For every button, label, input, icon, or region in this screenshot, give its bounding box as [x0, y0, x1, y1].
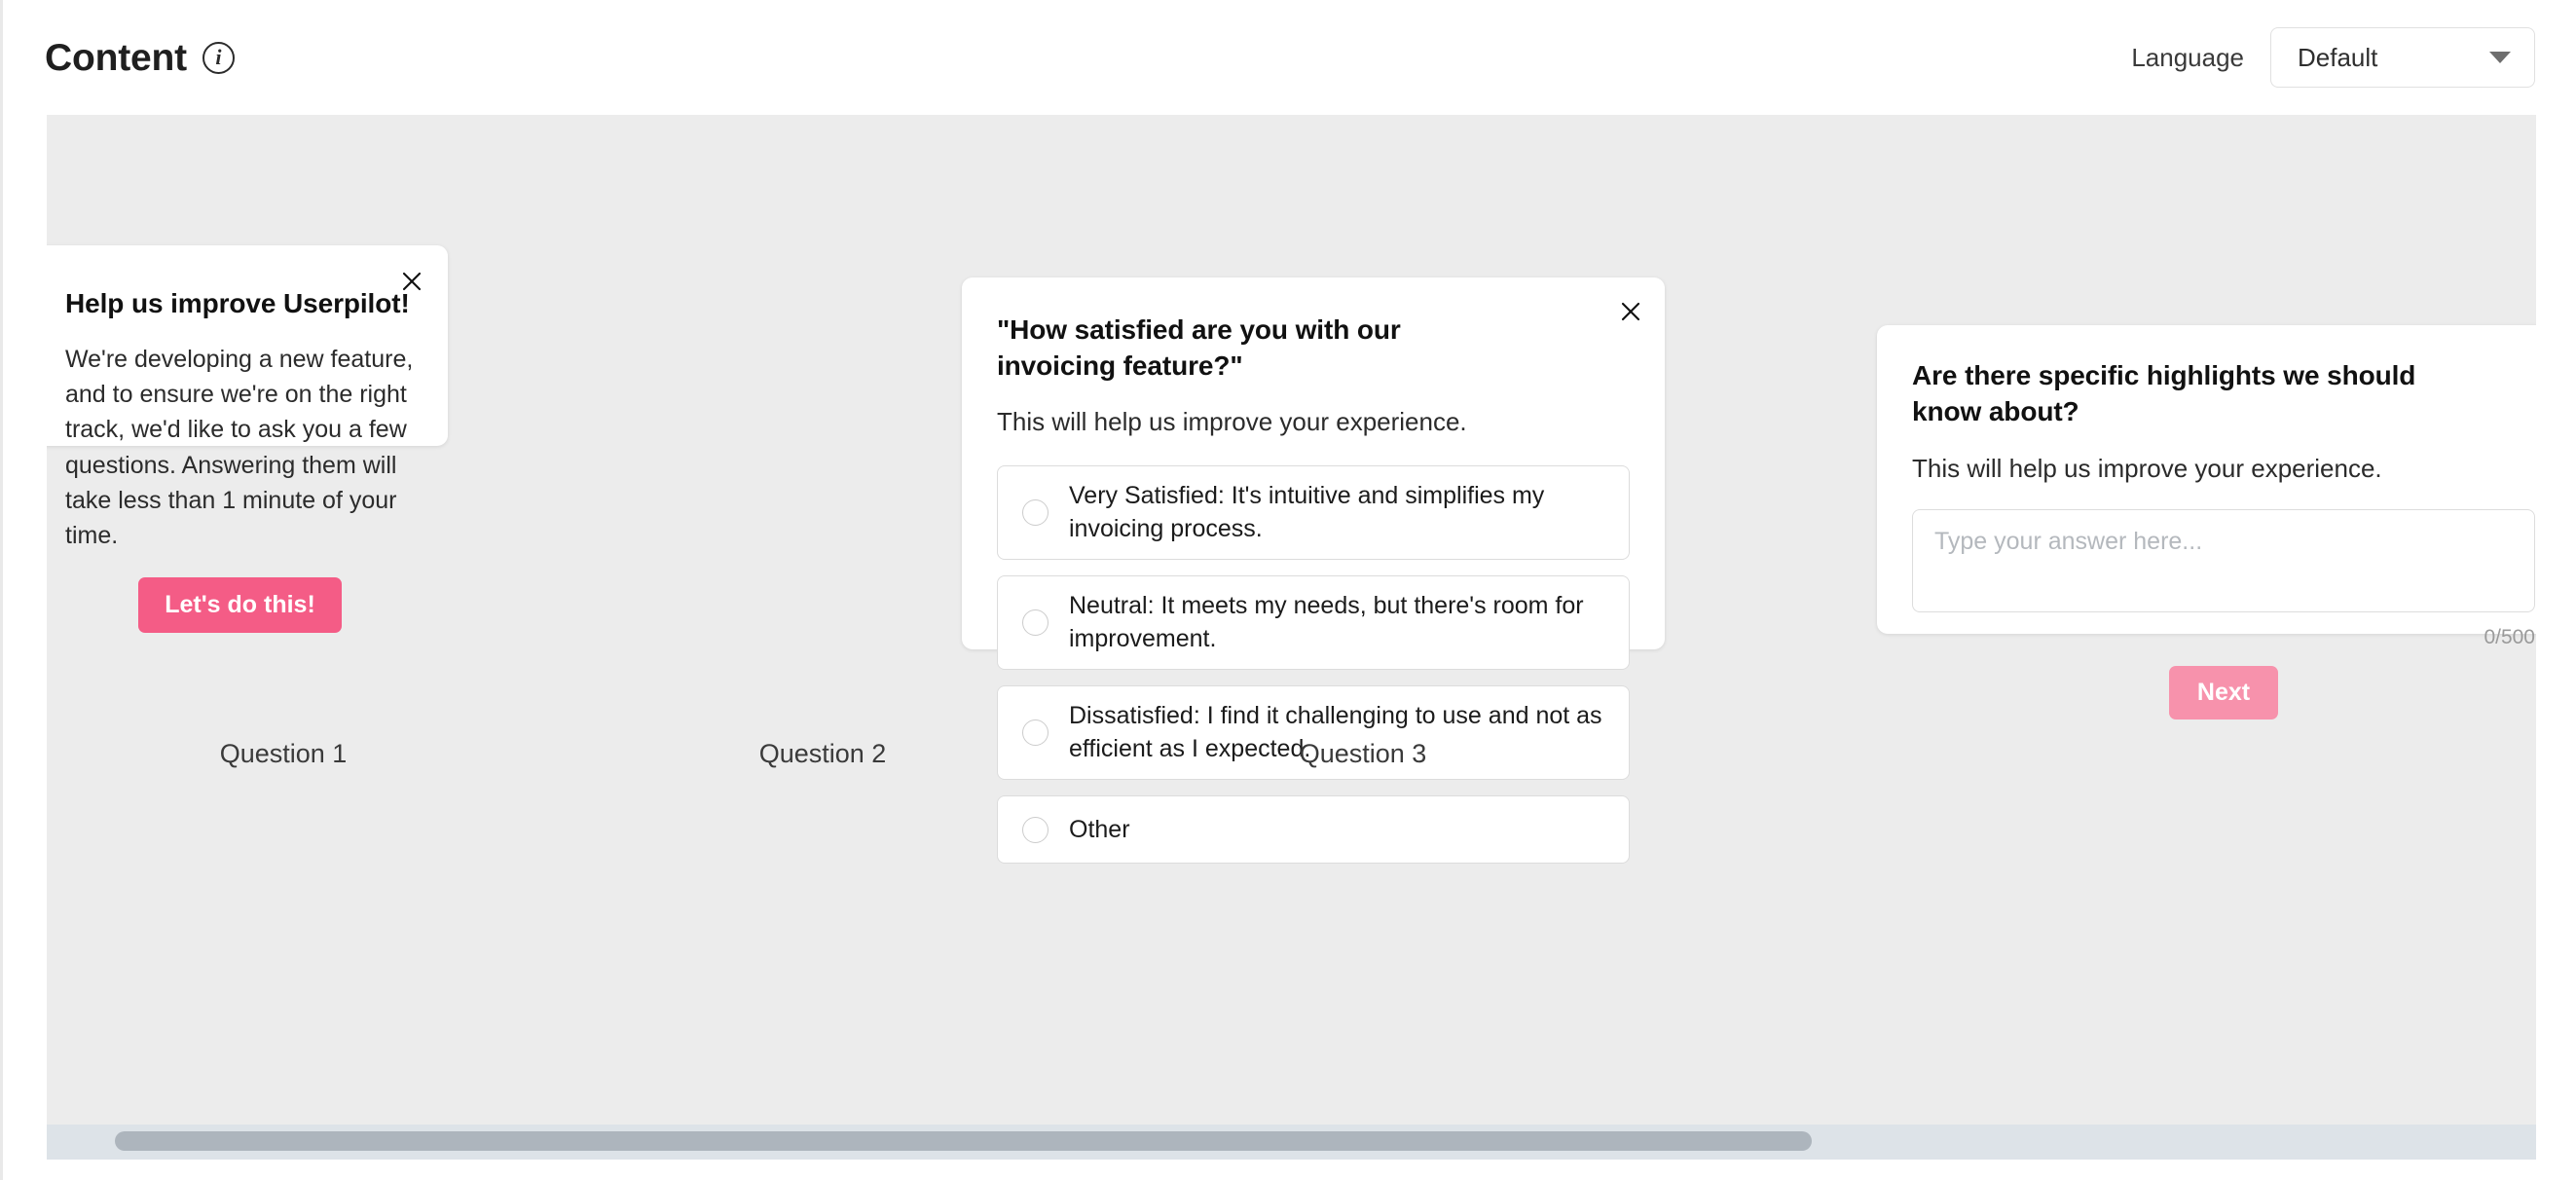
radio-option-label: Very Satisfied: It's intuitive and simpl…	[1069, 480, 1607, 545]
close-icon[interactable]	[1614, 295, 1647, 328]
horizontal-scrollbar[interactable]	[47, 1125, 2536, 1160]
answer-textarea[interactable]	[1912, 509, 2535, 612]
radio-button-icon[interactable]	[1022, 609, 1049, 636]
card-title: Are there specific highlights we should …	[1912, 358, 2457, 430]
card-title: Help us improve Userpilot!	[65, 286, 415, 322]
radio-button-icon[interactable]	[1022, 817, 1049, 843]
radio-option-label: Neutral: It meets my needs, but there's …	[1069, 590, 1607, 655]
survey-card-question-3: Are there specific highlights we should …	[1877, 325, 2536, 634]
card-subtitle: This will help us improve your experienc…	[1912, 452, 2536, 486]
radio-button-icon[interactable]	[1022, 499, 1049, 526]
page-header: Content i Language Default	[3, 0, 2576, 115]
horizontal-scrollbar-thumb[interactable]	[115, 1131, 1812, 1151]
language-select[interactable]: Default	[2270, 27, 2535, 88]
radio-option[interactable]: Neutral: It meets my needs, but there's …	[997, 575, 1630, 670]
radio-option[interactable]: Other	[997, 795, 1630, 864]
header-right-group: Language Default	[2131, 27, 2535, 88]
survey-card-welcome: Help us improve Userpilot! We're develop…	[47, 245, 448, 446]
card-subtitle: This will help us improve your experienc…	[997, 405, 1630, 439]
content-editor-page: Content i Language Default Help us impro…	[0, 0, 2576, 1180]
language-label: Language	[2131, 43, 2244, 73]
card-body-text: We're developing a new feature, and to e…	[65, 342, 415, 554]
radio-option[interactable]: Very Satisfied: It's intuitive and simpl…	[997, 465, 1630, 560]
chevron-down-icon	[2489, 52, 2511, 63]
question-label-3: Question 3	[1300, 739, 1427, 769]
radio-button-icon[interactable]	[1022, 719, 1049, 746]
radio-option-list: Very Satisfied: It's intuitive and simpl…	[997, 465, 1630, 864]
character-counter: 0/500	[1912, 626, 2535, 649]
question-label-2: Question 2	[759, 739, 887, 769]
radio-option-label: Other	[1069, 814, 1130, 847]
cta-container: Let's do this!	[65, 577, 415, 633]
header-left-group: Content i	[45, 39, 235, 77]
page-title: Content	[45, 39, 187, 77]
question-label-1: Question 1	[220, 739, 348, 769]
survey-card-question-2: "How satisfied are you with our invoicin…	[962, 277, 1665, 649]
close-icon[interactable]	[395, 265, 428, 298]
lets-do-this-button[interactable]: Let's do this!	[138, 577, 342, 633]
card-title: "How satisfied are you with our invoicin…	[997, 313, 1513, 385]
next-button-container: Next	[1912, 666, 2535, 719]
info-icon[interactable]: i	[202, 42, 235, 74]
language-select-value: Default	[2298, 43, 2377, 73]
preview-canvas: Help us improve Userpilot! We're develop…	[47, 115, 2536, 1125]
next-button[interactable]: Next	[2169, 666, 2278, 719]
